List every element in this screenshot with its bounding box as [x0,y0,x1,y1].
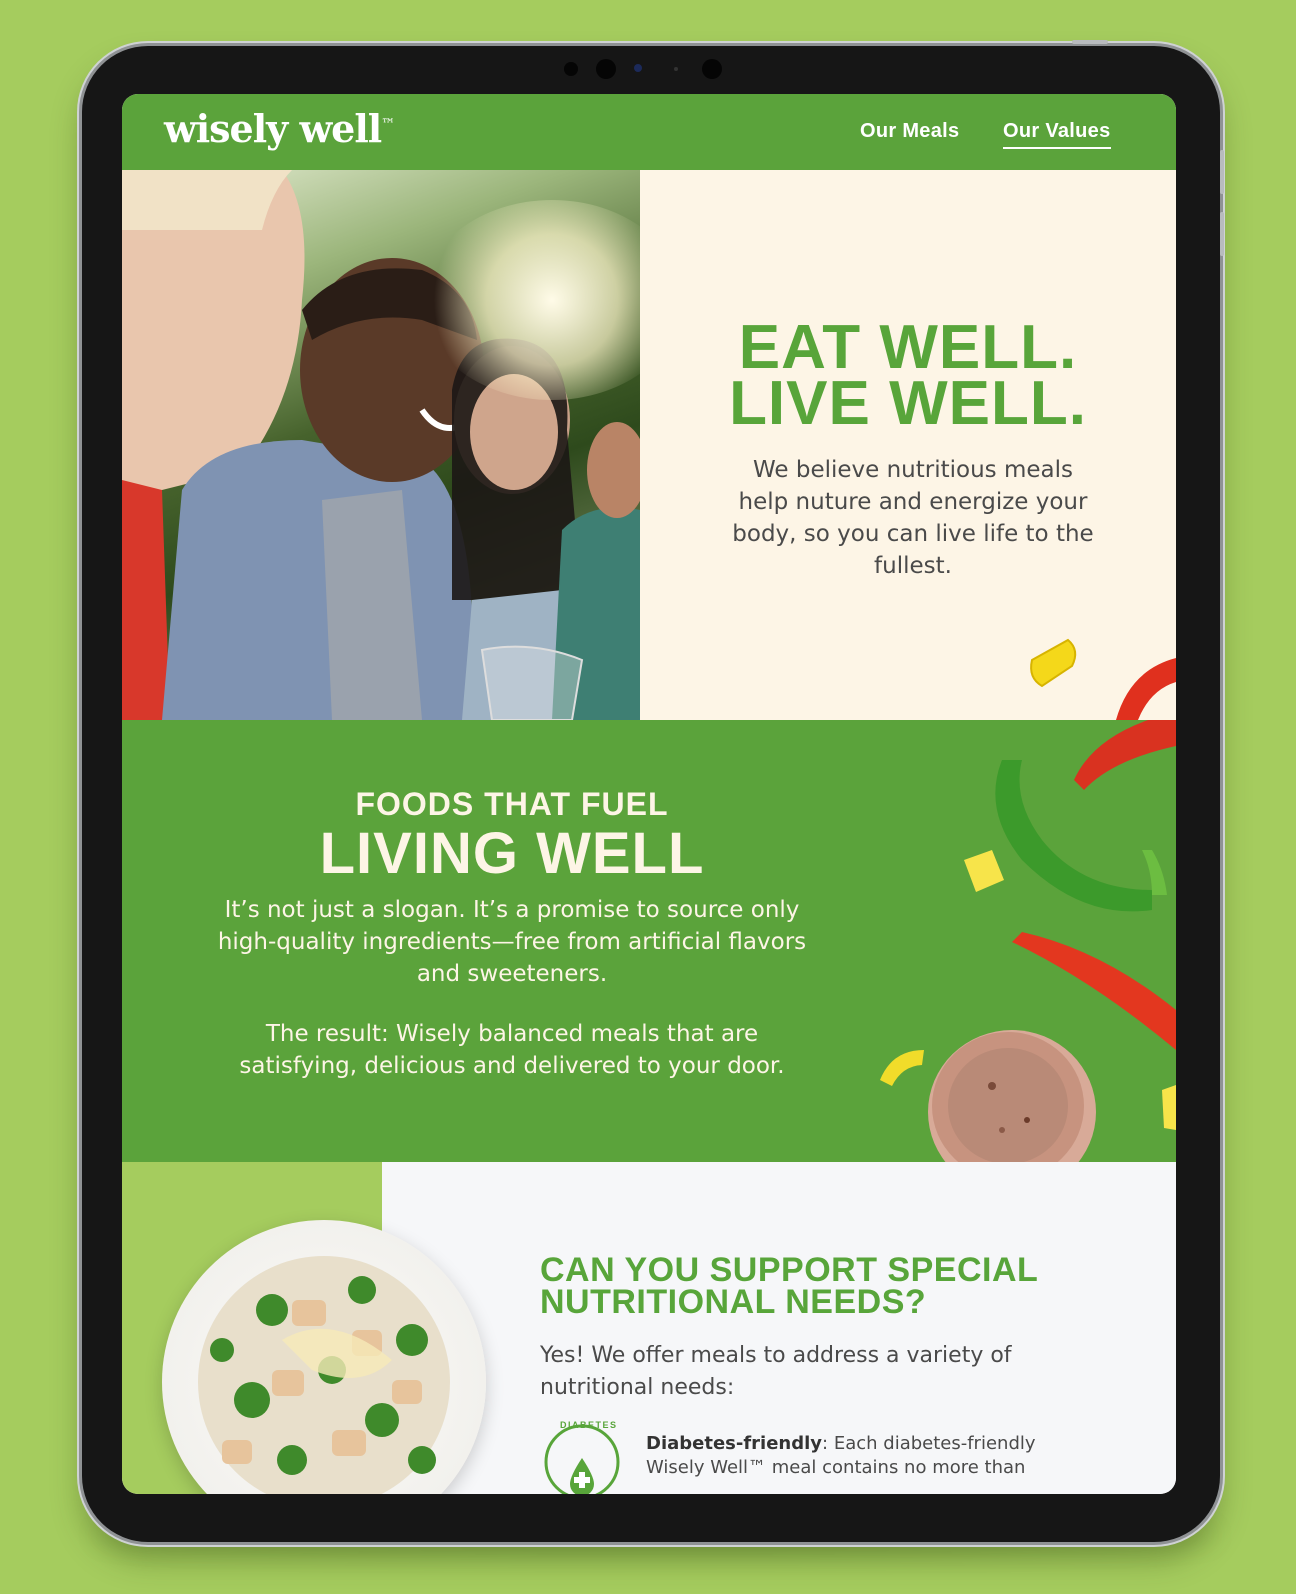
sensor-icon [702,59,722,79]
nav-our-values[interactable]: Our Values [1003,120,1111,149]
meal-plate [162,1220,486,1494]
foods-section: FOODS THAT FUEL LIVING WELL It’s not jus… [122,720,1176,1162]
trademark-icon: ™ [381,116,395,133]
foods-title: LIVING WELL [319,821,705,886]
sensor-icon [564,62,578,76]
logo-text: wisely well [164,106,382,151]
badge-label: DIABETES [560,1420,618,1430]
vegetables-decoration [880,720,1176,1162]
pepper-decoration [1030,638,1176,720]
dot-icon [674,67,678,71]
logo[interactable]: wisely well™ [164,106,395,151]
needs-intro: Yes! We offer meals to address a variety… [540,1343,1012,1400]
tablet-frame: wisely well™ Our Meals Our Values EAT WE… [82,40,1224,1542]
site-header: wisely well™ Our Meals Our Values [122,94,1176,170]
hero-title: EAT WELL. LIVE WELL. [640,313,1176,438]
nav-our-meals[interactable]: Our Meals [860,120,959,143]
hero-text: We believe nutritious meals help nuture … [732,457,1094,579]
hero-photo [122,170,640,720]
volume-up-button [1220,150,1224,194]
needs-item-label: Diabetes-friendly [646,1433,823,1454]
camera-icon [596,59,616,79]
foods-paragraph-2: The result: Wisely balanced meals that a… [239,1021,785,1079]
meal-illustration [198,1256,450,1494]
needs-title: CAN YOU SUPPORT SPECIAL NUTRITIONAL NEED… [540,1251,1038,1321]
top-button [1072,40,1108,44]
hero-title-line2: LIVE WELL. [729,369,1087,438]
hero-panel: EAT WELL. LIVE WELL. We believe nutritio… [640,170,1176,720]
foods-paragraph-1: It’s not just a slogan. It’s a promise t… [217,897,807,987]
lens-icon [634,64,642,72]
screen: wisely well™ Our Meals Our Values EAT WE… [122,94,1176,1494]
diabetes-badge: DIABETES [542,1418,622,1494]
foods-kicker: FOODS THAT FUEL [355,786,669,822]
needs-item-diabetes: Diabetes-friendly: Each diabetes-friendl… [646,1432,1046,1480]
volume-down-button [1220,212,1224,256]
hero-title-line1: EAT WELL. [738,313,1078,382]
